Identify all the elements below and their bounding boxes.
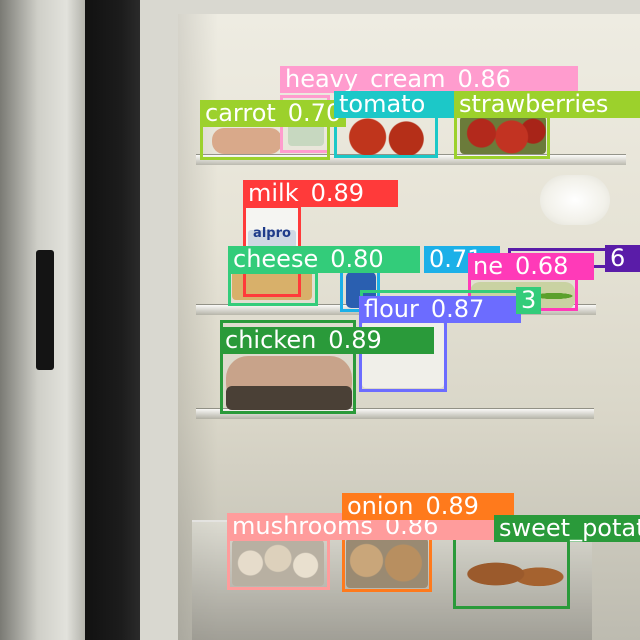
detection-class: cheese	[233, 245, 319, 273]
detection-class: ne	[473, 252, 503, 280]
detection-label: strawberries	[454, 91, 640, 118]
fridge-light	[540, 175, 610, 225]
detection-score: 0.80	[330, 245, 384, 273]
detection-label: cheese 0.80	[228, 246, 420, 273]
detection-score: 0.87	[430, 295, 485, 323]
detection-label: 3	[516, 286, 542, 314]
detection-score: 0.89	[328, 326, 382, 354]
door-handle	[36, 250, 54, 370]
detection-class: heavy_cream	[285, 65, 446, 93]
detection-class: flour	[364, 295, 419, 323]
detection-class: chicken	[225, 326, 317, 354]
detection-class: onion	[347, 492, 414, 520]
detection-score: 0.89	[425, 492, 479, 520]
detection-box	[228, 271, 318, 306]
detection-label: tomato	[334, 91, 454, 118]
detection-label: 6	[605, 245, 640, 272]
detection-score: 0.89	[310, 179, 365, 207]
detection-label: heavy_cream 0.86	[280, 66, 578, 93]
detection-class: tomato	[339, 90, 426, 118]
detection-box	[227, 538, 330, 590]
detection-label: flour 0.87	[359, 296, 521, 323]
detection-label: carrot 0.70	[200, 99, 347, 127]
detection-score: 3	[521, 286, 537, 314]
detection-label: onion 0.89	[342, 493, 514, 520]
detection-class: sweet_potato	[499, 514, 640, 542]
fridge-photo: alpro heavy_cream 0.86 carrot 0.70 tomato str…	[0, 0, 640, 640]
detection-class: carrot	[205, 99, 276, 127]
detection-label: milk 0.89	[243, 180, 398, 207]
detection-score: 0.68	[514, 252, 569, 280]
detection-class: strawberries	[459, 90, 609, 118]
detection-score: 0.86	[457, 65, 511, 93]
detection-score: 6	[610, 244, 626, 272]
detection-label: chicken 0.89	[220, 327, 434, 354]
door-gap-shadow	[85, 0, 145, 640]
detection-label: ne 0.68	[468, 253, 594, 280]
detection-label: sweet_potato	[494, 515, 640, 542]
detection-class: milk	[248, 179, 299, 207]
